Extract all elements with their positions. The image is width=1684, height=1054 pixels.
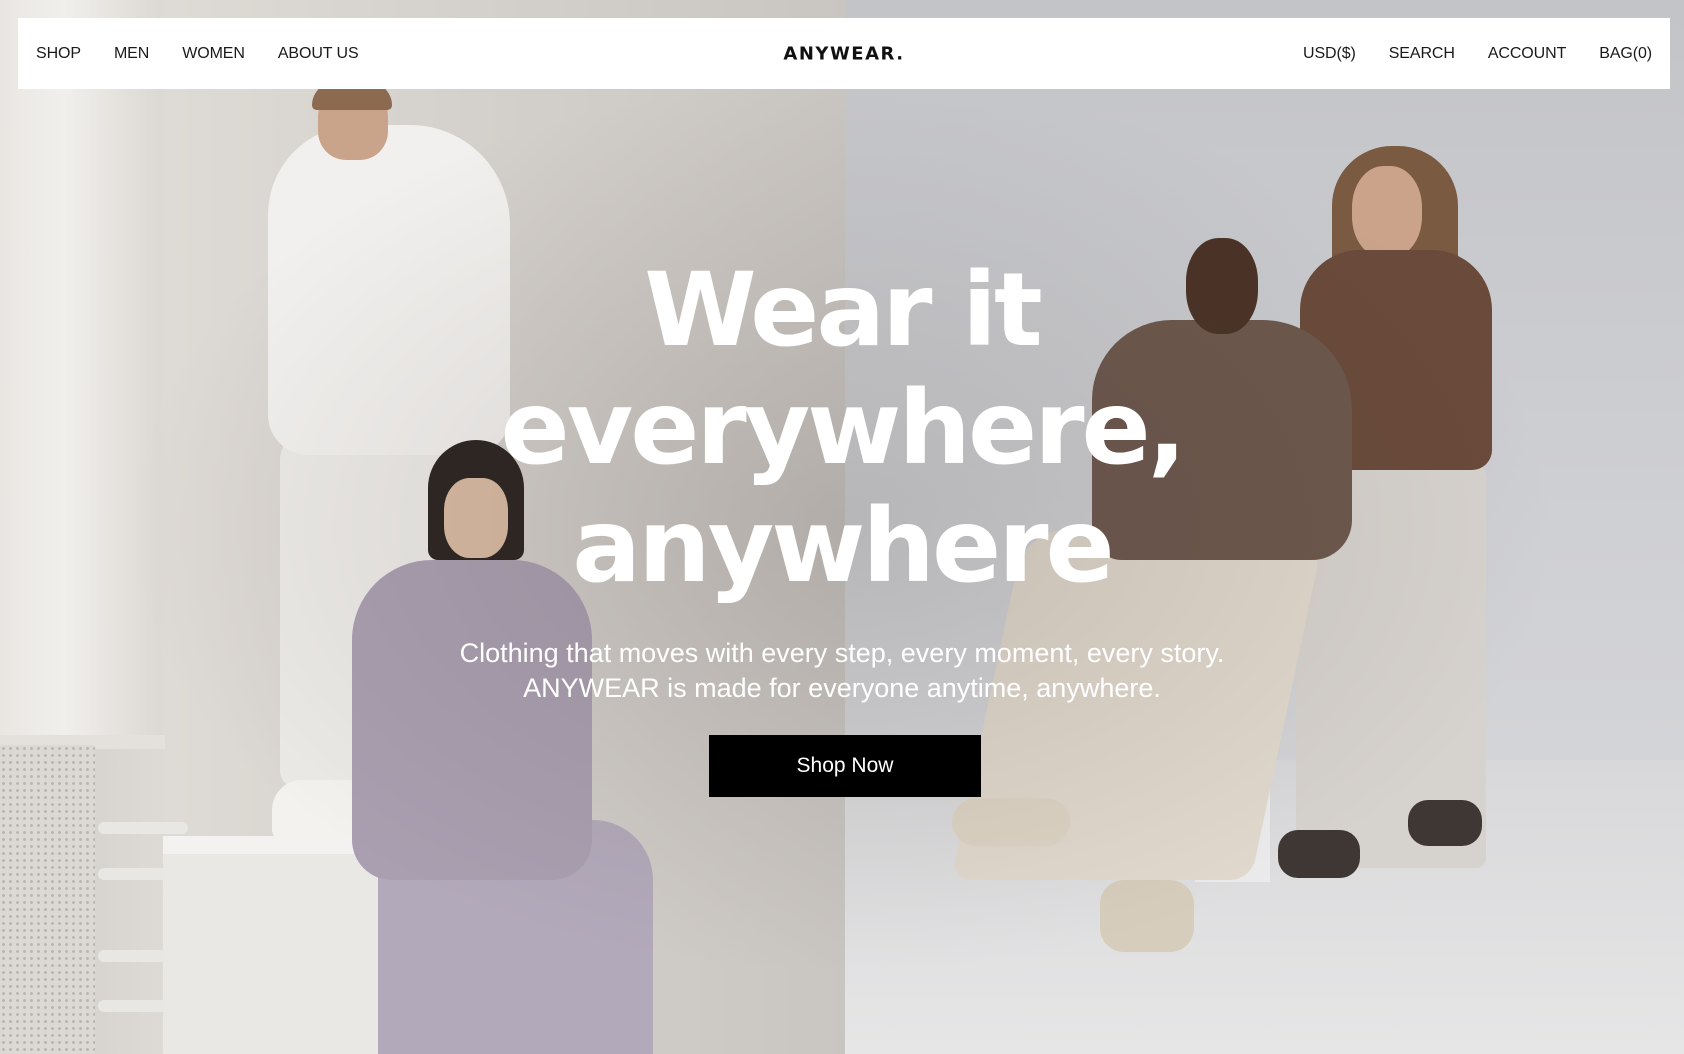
- hero-section: Wear it everywhere, anywhere Clothing th…: [0, 0, 1684, 1054]
- nav-link-shop[interactable]: SHOP: [36, 45, 81, 63]
- nav-link-account[interactable]: ACCOUNT: [1488, 45, 1567, 63]
- utility-nav: USD($) SEARCH ACCOUNT BAG(0): [1270, 45, 1652, 63]
- hero-headline-line: Wear it: [644, 251, 1042, 370]
- hero-subcopy: Clothing that moves with every step, eve…: [0, 636, 1684, 706]
- nav-link-men[interactable]: MEN: [114, 45, 149, 63]
- hero-headline-line: everywhere,: [500, 369, 1187, 488]
- shop-now-button[interactable]: Shop Now: [709, 735, 981, 797]
- top-navigation-bar: SHOP MEN WOMEN ABOUT US ANYWEAR. USD($) …: [18, 18, 1670, 89]
- nav-link-women[interactable]: WOMEN: [182, 45, 245, 63]
- nav-link-bag[interactable]: BAG(0): [1599, 45, 1652, 63]
- hero-subcopy-line: ANYWEAR is made for everyone anytime, an…: [523, 673, 1161, 703]
- currency-selector[interactable]: USD($): [1303, 45, 1356, 63]
- brand-logo[interactable]: ANYWEAR.: [783, 43, 904, 64]
- nav-link-search[interactable]: SEARCH: [1389, 45, 1455, 63]
- primary-nav: SHOP MEN WOMEN ABOUT US: [36, 45, 392, 63]
- hero-subcopy-line: Clothing that moves with every step, eve…: [459, 638, 1225, 668]
- hero-headline: Wear it everywhere, anywhere: [0, 252, 1684, 606]
- hero-headline-line: anywhere: [572, 487, 1114, 606]
- nav-link-about-us[interactable]: ABOUT US: [278, 45, 359, 63]
